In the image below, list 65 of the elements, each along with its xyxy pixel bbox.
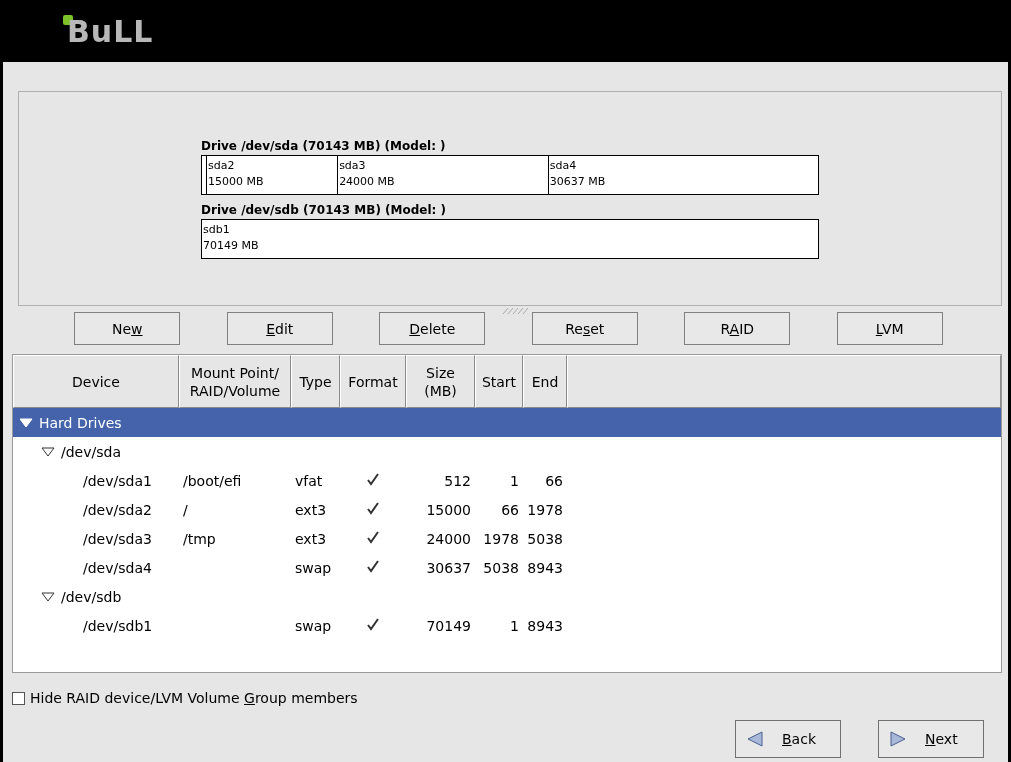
column-header[interactable]: Start [475,355,523,408]
right-triangle-icon [889,730,907,748]
toolbar-button[interactable]: New [74,312,181,345]
checkbox[interactable] [12,691,25,705]
toolbar-button[interactable]: Edit [226,312,333,345]
mount-point: /boot/efi [183,472,242,489]
end-value: 66 [545,472,563,489]
start-value: 66 [501,501,519,518]
device-name: /dev/sda4 [83,559,152,576]
device-name: /dev/sdb1 [83,617,153,634]
end-value: 1978 [527,501,563,518]
tree-row[interactable]: /dev/sda2 / ext3 15000 66 1978 [13,495,1001,524]
column-header[interactable]: End [523,355,567,408]
tree-row[interactable]: /dev/sda4 swap 30637 5038 8943 [13,553,1001,582]
filesystem-type: vfat [295,472,323,489]
device-name: /dev/sda2 [83,501,152,518]
start-value: 5038 [483,559,519,576]
toolbar-button[interactable]: Reset [531,312,638,345]
tree-row[interactable]: /dev/sda1 /boot/efi vfat 512 1 66 [13,466,1001,495]
size-value: 30637 [426,559,471,576]
size-value: 70149 [426,617,471,634]
next-button[interactable]: Next [878,720,984,758]
mount-point: / [183,501,188,518]
tree-row[interactable]: /dev/sda [13,437,1001,466]
size-value: 24000 [426,530,471,547]
drive-title: Drive /dev/sdb (70143 MB) (Model: ) [201,202,448,217]
column-header[interactable]: Type [291,355,340,408]
filesystem-type: swap [295,617,332,634]
left-triangle-icon [746,730,764,748]
end-value: 5038 [527,530,563,547]
tree-row[interactable]: /dev/sdb1 swap 70149 1 8943 [13,611,1001,640]
start-value: 1978 [483,530,519,547]
checkbox-label[interactable]: Hide RAID device/LVM Volume Group members [30,690,358,706]
device-name: /dev/sdb [61,588,122,605]
end-value: 8943 [527,617,563,634]
filesystem-type: ext3 [295,530,327,547]
end-value: 8943 [527,559,563,576]
expander-down-icon[interactable] [41,591,55,602]
device-name: Hard Drives [39,414,122,431]
column-header[interactable]: Device [13,355,179,408]
toolbar-button[interactable]: Delete [379,312,486,345]
tree-row[interactable]: Hard Drives [13,408,1001,437]
logo-text: BuLL [67,17,154,47]
column-header[interactable]: Mount Point/ RAID/Volume [179,355,291,408]
back-button[interactable]: Back [735,720,841,758]
toolbar-button[interactable]: RAID [684,312,791,345]
device-name: /dev/sda [61,443,121,460]
partition-segment[interactable]: sda3 24000 MB [338,155,549,194]
size-value: 15000 [426,501,471,518]
drive-title: Drive /dev/sda (70143 MB) (Model: ) [201,138,447,153]
expander-down-icon[interactable] [41,446,55,457]
filesystem-type: swap [295,559,332,576]
filesystem-type: ext3 [295,501,327,518]
column-header[interactable]: Format [340,355,406,408]
tree-row[interactable]: /dev/sdb [13,582,1001,611]
size-value: 512 [444,472,471,489]
mount-point: /tmp [183,530,216,547]
column-header[interactable]: Size (MB) [406,355,475,408]
partition-segment[interactable]: sda2 15000 MB [206,155,339,194]
tree-row[interactable]: /dev/sda3 /tmp ext3 24000 1978 5038 [13,524,1001,553]
start-value: 1 [510,617,519,634]
start-value: 1 [510,472,519,489]
device-name: /dev/sda3 [83,530,152,547]
toolbar-button[interactable]: LVM [836,312,943,345]
device-name: /dev/sda1 [83,472,152,489]
